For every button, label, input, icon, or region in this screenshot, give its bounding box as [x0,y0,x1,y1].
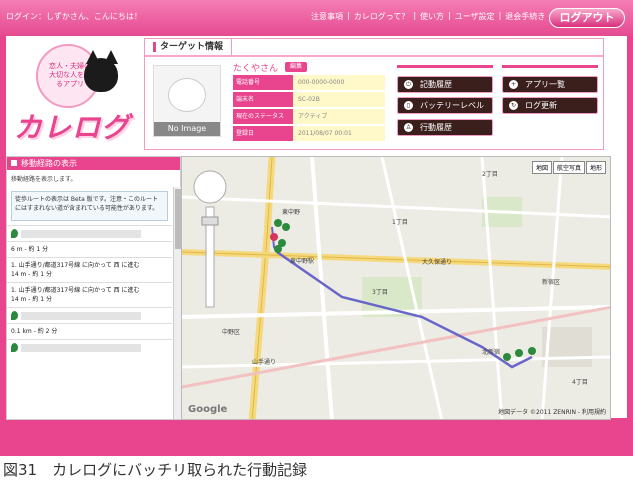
target-info-table: 電話番号 000-0000-0000 端末名 SC-02B 現在のステータス アクティ… [233,75,385,143]
map-type-map[interactable]: 地図 [531,161,552,174]
list-item[interactable] [7,225,172,241]
log-update-button[interactable]: ↻ ログ更新 [502,97,598,114]
list-item[interactable] [7,307,172,323]
map-view[interactable]: 地図 航空写真 地形 東中野 東中野駅 北新宿 1丁目 2丁目 3丁目 4丁目 … [181,156,611,420]
info-row: 登録日 2011/08/07 00:01 [233,126,385,141]
map-label: 2丁目 [482,171,498,178]
blurred-address [21,343,141,352]
target-name: たくやさん [233,64,279,74]
app-list-button[interactable]: + アプリ一覧 [502,76,598,93]
blurred-address [21,229,141,238]
avatar: No Image [153,65,221,137]
map-label: 東中野 [282,209,301,216]
map-label: 新宿区 [542,279,561,286]
map-type-terrain[interactable]: 地形 [585,161,606,174]
map-label: 3丁目 [372,289,388,296]
google-logo: Google [188,404,228,415]
list-item[interactable] [7,339,172,355]
map-type-satellite[interactable]: 航空写真 [552,161,585,174]
route-panel: 移動経路の表示 移動経路を表示します。 徒歩ルートの表示は Beta 版です。注… [6,156,181,420]
nav-item-about[interactable]: カレログって？ [354,11,410,22]
plus-icon: + [509,80,518,89]
nav-item-user-settings[interactable]: ユーザ設定 [455,11,495,22]
info-row: 電話番号 000-0000-0000 [233,75,385,90]
list-item[interactable]: 1. 山手通り/都道317号線 に向かって 西 に進む 14 m - 約 1 分 [7,282,172,307]
list-item[interactable]: 6 m - 約 1 分 [7,241,172,257]
map-label: 1丁目 [392,219,408,226]
list-item[interactable]: 1. 山手通り/都道317号線 に向かって 西 に進む 14 m - 約 1 分 [7,257,172,282]
nav-item-howto[interactable]: 使い方 [420,11,444,22]
karelog-app: ログイン：しずかさん、こんにちは！ 注意事項 | カレログって？ | 使い方 | ユー… [0,0,633,456]
logout-button[interactable]: ログアウト [549,8,625,28]
route-step-list: 徒歩ルートの表示は Beta 版です。注意・このルートにはすまれない道が含まれて… [7,187,172,419]
button-accent [397,65,493,68]
movement-history-button[interactable]: ♙ 行動履歴 [397,119,493,136]
top-nav: 注意事項 | カレログって？ | 使い方 | ユーザ設定 | 退会手続き [311,11,546,22]
cat-mascot-icon [84,58,118,92]
power-icon: ⏻ [404,80,413,89]
info-row: 現在のステータス アクティブ [233,109,385,124]
blurred-address [21,311,141,320]
map-label: 4丁目 [572,379,588,386]
placeholder-face-icon [168,78,206,112]
list-item[interactable]: 0.1 km - 約 2 分 [7,323,172,339]
map-label: 北新宿 [482,349,501,356]
map-label: 山手通り [252,359,277,366]
beta-note: 徒歩ルートの表示は Beta 版です。注意・このルートにはすまれない道が含まれて… [11,191,168,221]
logo[interactable]: 恋人・夫婦の大切な人を守るアプリ カレログ [6,36,144,148]
route-scrollbar[interactable] [173,187,181,419]
figure-caption: 図31 カレログにバッチリ取られた行動記録 [3,461,308,479]
nav-item-notes[interactable]: 注意事項 [311,11,343,22]
nav-item-unsubscribe[interactable]: 退会手続き [505,11,545,22]
top-bar: ログイン：しずかさん、こんにちは！ 注意事項 | カレログって？ | 使い方 | ユー… [0,0,633,36]
edit-badge[interactable]: 編集 [285,62,307,72]
map-label: 中野区 [222,329,241,336]
logo-title: カレログ [14,111,131,144]
route-panel-title: 移動経路の表示 [7,157,180,170]
battery-level-button[interactable]: ▯ バッテリーレベル [397,97,493,114]
map-label: 大久保通り [422,259,453,266]
target-info-tab[interactable]: ターゲット情報 [145,39,233,55]
map-pin-icon [11,229,18,238]
route-subtitle: 移動経路を表示します。 [11,176,77,183]
map-canvas [182,157,610,419]
map-pin-icon [11,343,18,352]
map-pin-icon [11,311,18,320]
map-type-switcher: 地図 航空写真 地形 [531,161,606,174]
tab-underline [145,55,603,57]
info-row: 端末名 SC-02B [233,92,385,107]
button-accent [502,65,598,68]
map-credit[interactable]: 地図データ ©2011 ZENRIN - 利用規約 [498,407,606,416]
startup-history-button[interactable]: ⏻ 記動履歴 [397,76,493,93]
refresh-icon: ↻ [509,101,518,110]
target-info-panel: ターゲット情報 No Image たくやさん 編集 電話番号 000-0000-0… [144,38,604,150]
battery-icon: ▯ [404,101,413,110]
greeting-text: ログイン：しずかさん、こんにちは！ [6,12,142,21]
walking-icon: ♙ [404,123,413,132]
map-label: 東中野駅 [290,258,315,265]
no-image-label: No Image [154,122,220,136]
